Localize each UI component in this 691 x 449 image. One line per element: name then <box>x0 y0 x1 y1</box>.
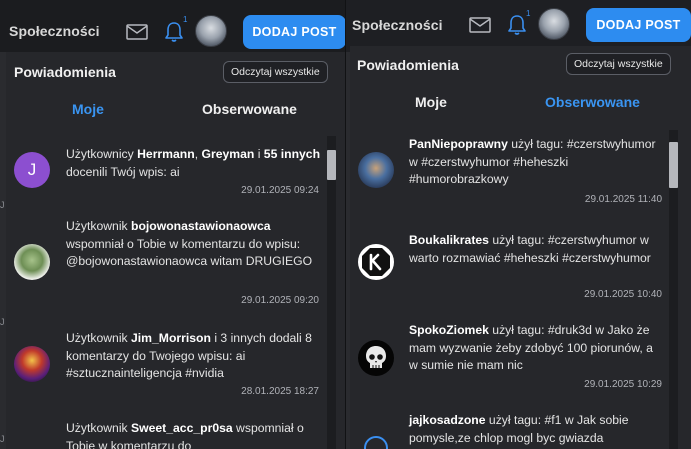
bell-icon[interactable] <box>507 14 527 36</box>
tab-observed[interactable]: Obserwowane <box>545 94 640 110</box>
add-post-button[interactable]: DODAJ POST <box>243 15 345 49</box>
notification-count-badge: 1 <box>183 15 188 24</box>
tab-observed[interactable]: Obserwowane <box>202 101 297 117</box>
notification-text: Użytkownicy Herrmann, Greyman i 55 innyc… <box>66 147 321 179</box>
notifications-dropdown: Powiadomienia Odczytaj wszystkie Moje Ob… <box>6 52 345 449</box>
tab-mine[interactable]: Moje <box>415 94 447 110</box>
user-avatar <box>14 244 50 280</box>
user-avatar[interactable] <box>195 15 227 47</box>
communities-link[interactable]: Społeczności <box>352 17 443 33</box>
notification-text: Użytkownik Jim_Morrison i 3 innych dodal… <box>66 331 312 380</box>
user-avatar-letter: J <box>14 152 50 188</box>
notification-date: 29.01.2025 09:24 <box>241 185 319 196</box>
dropdown-title: Powiadomienia <box>14 64 116 80</box>
user-avatar <box>358 340 394 376</box>
user-avatar <box>358 152 394 188</box>
user-avatar <box>364 436 388 449</box>
notification-date: 29.01.2025 11:40 <box>584 194 662 205</box>
notification-count-badge: 1 <box>526 9 531 18</box>
octagon-logo-icon <box>362 248 390 276</box>
notification-item[interactable]: PanNiepoprawny użył tagu: #czerstwyhumor… <box>350 130 691 220</box>
notification-date: 29.01.2025 10:40 <box>584 289 662 300</box>
right-panel: Społeczności 1 DODAJ POST Powiadomienia … <box>346 0 691 449</box>
notification-item[interactable]: J Użytkownicy Herrmann, Greyman i 55 inn… <box>6 136 345 202</box>
edge-letter: J <box>0 200 5 210</box>
user-avatar <box>14 346 50 382</box>
edge-letter: J <box>0 434 5 444</box>
read-all-button[interactable]: Odczytaj wszystkie <box>223 61 328 83</box>
top-navbar: Społeczności 1 DODAJ POST <box>0 0 345 52</box>
notification-text: PanNiepoprawny użył tagu: #czerstwyhumor… <box>409 137 656 186</box>
notification-item[interactable]: Boukalikrates użył tagu: #czerstwyhumor … <box>350 226 691 316</box>
left-panel: Społeczności 1 DODAJ POST J J J Powiadom… <box>0 0 345 449</box>
edge-letter: J <box>0 317 5 327</box>
notification-date: 28.01.2025 18:27 <box>241 386 319 397</box>
notification-date: 29.01.2025 09:20 <box>241 295 319 306</box>
notification-item[interactable]: SpokoZiomek użył tagu: #druk3d w Jako że… <box>350 316 691 406</box>
notification-text: Użytkownik Sweet_acc_pr0sa wspomniał o T… <box>66 421 304 449</box>
notification-text: SpokoZiomek użył tagu: #druk3d w Jako że… <box>409 323 653 372</box>
top-navbar: Społeczności 1 DODAJ POST <box>346 0 691 52</box>
user-avatar <box>358 244 394 280</box>
mail-icon[interactable] <box>126 24 148 40</box>
notification-text: Użytkownik bojowonastawionaowca wspomnia… <box>66 219 313 268</box>
notification-item[interactable]: jajkosadzone użył tagu: #f1 w Jak sobie … <box>350 406 691 449</box>
notifications-dropdown: Powiadomienia Odczytaj wszystkie Moje Ob… <box>350 46 691 449</box>
notification-item[interactable]: Użytkownik Sweet_acc_pr0sa wspomniał o T… <box>6 416 345 449</box>
notification-item[interactable]: Użytkownik bojowonastawionaowca wspomnia… <box>6 212 345 312</box>
dropdown-title: Powiadomienia <box>357 57 459 73</box>
user-avatar[interactable] <box>538 8 570 40</box>
notification-item[interactable]: Użytkownik Jim_Morrison i 3 innych dodal… <box>6 326 345 406</box>
notification-date: 29.01.2025 10:29 <box>584 379 662 390</box>
notification-text: Boukalikrates użył tagu: #czerstwyhumor … <box>409 233 651 265</box>
communities-link[interactable]: Społeczności <box>9 23 100 39</box>
skull-icon <box>366 346 386 368</box>
bell-icon[interactable] <box>164 21 184 43</box>
tab-mine[interactable]: Moje <box>72 101 104 117</box>
add-post-button[interactable]: DODAJ POST <box>586 8 691 42</box>
read-all-button[interactable]: Odczytaj wszystkie <box>566 53 671 75</box>
notification-text: jajkosadzone użył tagu: #f1 w Jak sobie … <box>409 413 629 445</box>
mail-icon[interactable] <box>469 17 491 33</box>
